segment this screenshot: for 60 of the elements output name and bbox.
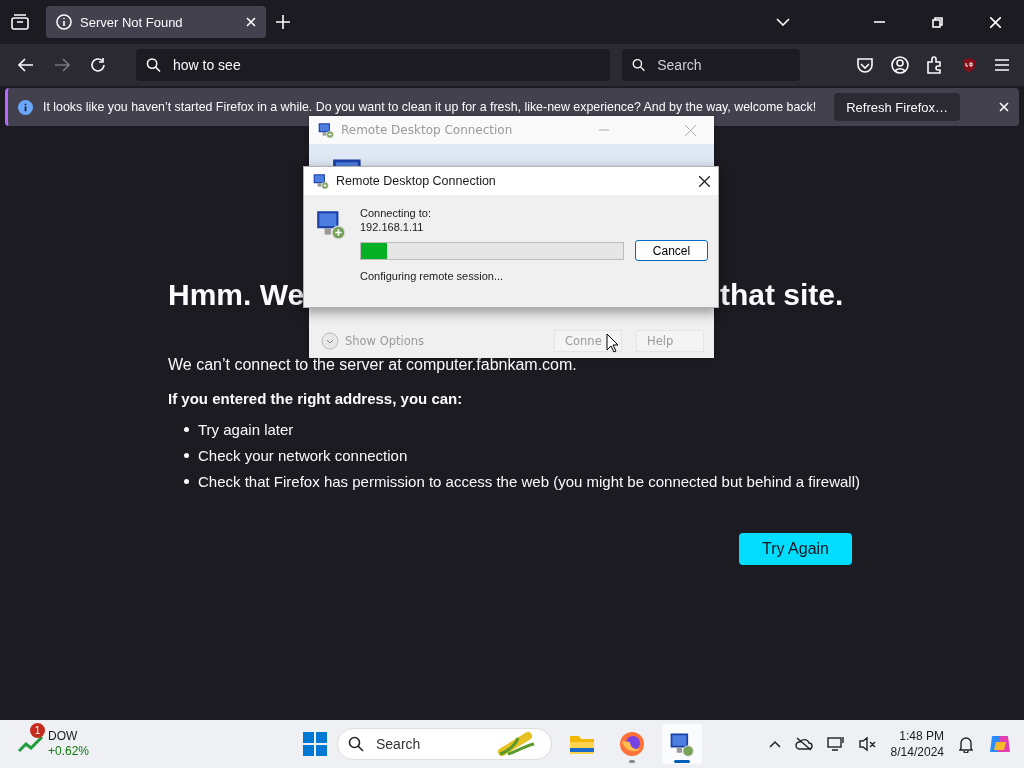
remote-desktop-icon	[317, 121, 335, 139]
error-heading: Hmm. We	[168, 278, 305, 312]
stock-change: +0.62%	[48, 744, 90, 759]
info-icon	[18, 99, 33, 115]
search-bar[interactable]: Search	[622, 49, 800, 81]
suggestion-text: Check your network connection	[198, 447, 408, 464]
bell-icon[interactable]	[958, 735, 974, 753]
search-icon	[146, 57, 161, 73]
bullet-icon	[184, 427, 189, 432]
account-icon[interactable]	[891, 56, 909, 74]
forward-icon[interactable]	[54, 58, 70, 72]
cursor-icon	[606, 333, 619, 353]
menu-icon[interactable]	[994, 58, 1010, 72]
reload-icon[interactable]	[90, 57, 106, 73]
folder-icon[interactable]	[569, 733, 595, 755]
address-bar[interactable]: how to see	[136, 49, 610, 81]
chevron-down-icon[interactable]	[776, 18, 790, 26]
cloud-off-icon[interactable]	[794, 737, 813, 751]
back-icon[interactable]	[18, 58, 34, 72]
firefox-icon[interactable]	[619, 731, 645, 757]
tab-list-icon[interactable]	[11, 14, 29, 30]
notification-badge: 1	[30, 723, 45, 738]
speaker-muted-icon[interactable]	[858, 736, 877, 752]
stock-chart-icon[interactable]	[18, 735, 44, 753]
search-icon	[632, 57, 646, 73]
error-message: We can’t connect to the server at computer.fabnkam.com.	[168, 356, 578, 374]
browser-tab[interactable]: Server Not Found	[46, 6, 266, 38]
close-icon[interactable]	[699, 175, 710, 187]
bullet-icon	[184, 479, 189, 484]
shield-icon[interactable]	[961, 57, 977, 73]
remote-desktop-icon	[312, 172, 330, 190]
suggestion-text: Try again later	[198, 421, 294, 438]
extensions-icon[interactable]	[926, 56, 944, 74]
search-field[interactable]: Search	[655, 56, 790, 74]
window-title: Remote Desktop Connection	[336, 174, 496, 188]
host-address: 192.168.1.11	[360, 221, 425, 233]
monitor-icon[interactable]	[826, 736, 845, 752]
bullet-icon	[184, 453, 189, 458]
address-field[interactable]: how to see	[171, 56, 600, 74]
suggestion-text: Check that Firefox has permission to access the web (you might be connected but behind a firewall)	[198, 473, 860, 490]
taskbar-search-field[interactable]: Search	[374, 735, 488, 753]
error-heading: that site.	[720, 278, 844, 312]
new-tab-icon[interactable]	[276, 15, 290, 29]
stock-name: DOW	[48, 729, 79, 744]
restore-icon[interactable]	[931, 16, 943, 28]
notification-message: It looks like you haven’t started Firefox in a while. Do you want to clean it up for a fresh, like-new experience? And by the way, welcome back!	[43, 100, 817, 114]
info-icon	[56, 14, 72, 30]
try-again-button[interactable]: Try Again	[739, 533, 852, 565]
status-text: Configuring remote session...	[360, 270, 505, 282]
connecting-label: Connecting to:	[360, 207, 432, 219]
pocket-icon[interactable]	[856, 56, 874, 74]
clock[interactable]: 1:48 PM 8/14/2024	[890, 728, 944, 760]
search-icon	[348, 736, 364, 752]
taskbar-search-bar[interactable]: Search	[337, 728, 552, 760]
chevron-up-icon[interactable]	[768, 740, 781, 748]
window-title: Remote Desktop Connection	[341, 123, 513, 137]
cancel-button[interactable]: Cancel	[635, 240, 708, 261]
refresh-button[interactable]: Refresh Firefox…	[834, 93, 961, 121]
suggestions-heading: If you entered the right address, you can:	[168, 390, 464, 407]
start-icon[interactable]	[303, 732, 327, 756]
